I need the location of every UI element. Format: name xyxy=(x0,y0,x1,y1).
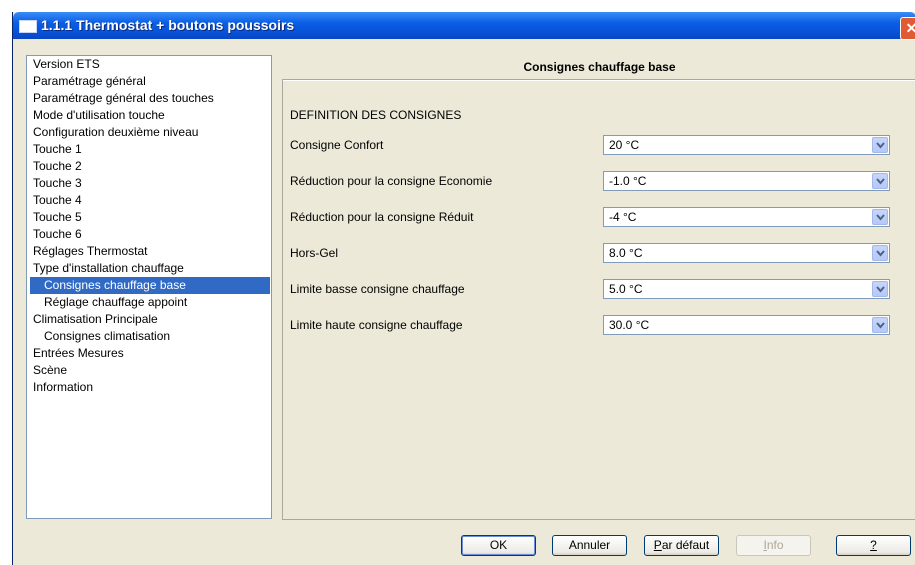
consigne-confort-select[interactable]: 20 °C xyxy=(603,135,890,155)
select-value: -1.0 °C xyxy=(609,174,647,188)
help-button[interactable]: ? xyxy=(836,535,911,556)
hors-gel-select[interactable]: 8.0 °C xyxy=(603,243,890,263)
ok-button[interactable]: OK xyxy=(461,535,536,556)
field-label-limite-haute: Limite haute consigne chauffage xyxy=(290,318,463,332)
field-label-limite-basse: Limite basse consigne chauffage xyxy=(290,282,465,296)
dropdown-arrow-icon[interactable] xyxy=(872,137,888,153)
tree-item-touche-2[interactable]: Touche 2 xyxy=(33,158,82,175)
close-button[interactable]: ✕ xyxy=(900,17,915,40)
section-title: DEFINITION DES CONSIGNES xyxy=(290,108,462,122)
title-bar[interactable]: 1.1.1 Thermostat + boutons poussoirs ✕ xyxy=(13,12,915,40)
tree-item-touche-6[interactable]: Touche 6 xyxy=(33,226,82,243)
tree-item-reglage-chauffage-appoint[interactable]: Réglage chauffage appoint xyxy=(44,294,187,311)
dropdown-arrow-icon[interactable] xyxy=(872,317,888,333)
window-title: 1.1.1 Thermostat + boutons poussoirs xyxy=(41,17,295,33)
select-value: 30.0 °C xyxy=(609,318,650,332)
parameter-tree[interactable]: Version ETS Paramétrage général Paramétr… xyxy=(26,55,272,519)
select-value: 5.0 °C xyxy=(609,282,643,296)
tree-item-climatisation-principale[interactable]: Climatisation Principale xyxy=(33,311,158,328)
tree-item-entrees-mesures[interactable]: Entrées Mesures xyxy=(33,345,124,362)
tree-item-touche-1[interactable]: Touche 1 xyxy=(33,141,82,158)
tree-item-mode-utilisation[interactable]: Mode d'utilisation touche xyxy=(33,107,165,124)
tree-item-information[interactable]: Information xyxy=(33,379,93,396)
default-button-mnemonic: P xyxy=(653,538,662,552)
dialog-window: 1.1.1 Thermostat + boutons poussoirs ✕ V… xyxy=(12,12,915,565)
info-button: Info xyxy=(736,535,811,556)
field-label-reduction-economie: Réduction pour la consigne Economie xyxy=(290,174,493,188)
tree-item-reglages-thermostat[interactable]: Réglages Thermostat xyxy=(33,243,148,260)
reduction-reduit-select[interactable]: -4 °C xyxy=(603,207,890,227)
info-button-label: nfo xyxy=(766,538,784,552)
panel-divider-highlight xyxy=(283,80,915,81)
dropdown-arrow-icon[interactable] xyxy=(872,245,888,261)
dropdown-arrow-icon[interactable] xyxy=(872,173,888,189)
limite-haute-select[interactable]: 30.0 °C xyxy=(603,315,890,335)
tree-item-version-ets[interactable]: Version ETS xyxy=(33,56,100,73)
tree-item-type-installation[interactable]: Type d'installation chauffage xyxy=(33,260,184,277)
reduction-economie-select[interactable]: -1.0 °C xyxy=(603,171,890,191)
limite-basse-select[interactable]: 5.0 °C xyxy=(603,279,890,299)
dropdown-arrow-icon[interactable] xyxy=(872,209,888,225)
default-button-label: ar défaut xyxy=(661,538,710,552)
tree-item-touche-3[interactable]: Touche 3 xyxy=(33,175,82,192)
close-icon: ✕ xyxy=(905,20,915,36)
panel-title: Consignes chauffage base xyxy=(523,60,676,74)
select-value: 8.0 °C xyxy=(609,246,643,260)
field-label-reduction-reduit: Réduction pour la consigne Réduit xyxy=(290,210,474,224)
panel-bottom-border xyxy=(282,519,915,520)
help-button-label: ? xyxy=(870,538,877,552)
tree-item-scene[interactable]: Scène xyxy=(33,362,67,379)
tree-item-parametrage-touches[interactable]: Paramétrage général des touches xyxy=(33,90,214,107)
select-value: 20 °C xyxy=(609,138,640,152)
field-label-consigne-confort: Consigne Confort xyxy=(290,138,384,152)
panel-left-border xyxy=(282,79,283,519)
tree-item-configuration-deuxieme[interactable]: Configuration deuxième niveau xyxy=(33,124,198,141)
default-button[interactable]: Par défaut xyxy=(644,535,719,556)
tree-item-touche-4[interactable]: Touche 4 xyxy=(33,192,82,209)
window-icon xyxy=(19,20,37,33)
cancel-button[interactable]: Annuler xyxy=(552,535,627,556)
tree-item-parametrage-general[interactable]: Paramétrage général xyxy=(33,73,146,90)
tree-item-consignes-chauffage-base[interactable]: Consignes chauffage base xyxy=(30,277,270,294)
dropdown-arrow-icon[interactable] xyxy=(872,281,888,297)
tree-item-touche-5[interactable]: Touche 5 xyxy=(33,209,82,226)
tree-item-consignes-climatisation[interactable]: Consignes climatisation xyxy=(44,328,170,345)
field-label-hors-gel: Hors-Gel xyxy=(290,246,339,260)
select-value: -4 °C xyxy=(609,210,637,224)
